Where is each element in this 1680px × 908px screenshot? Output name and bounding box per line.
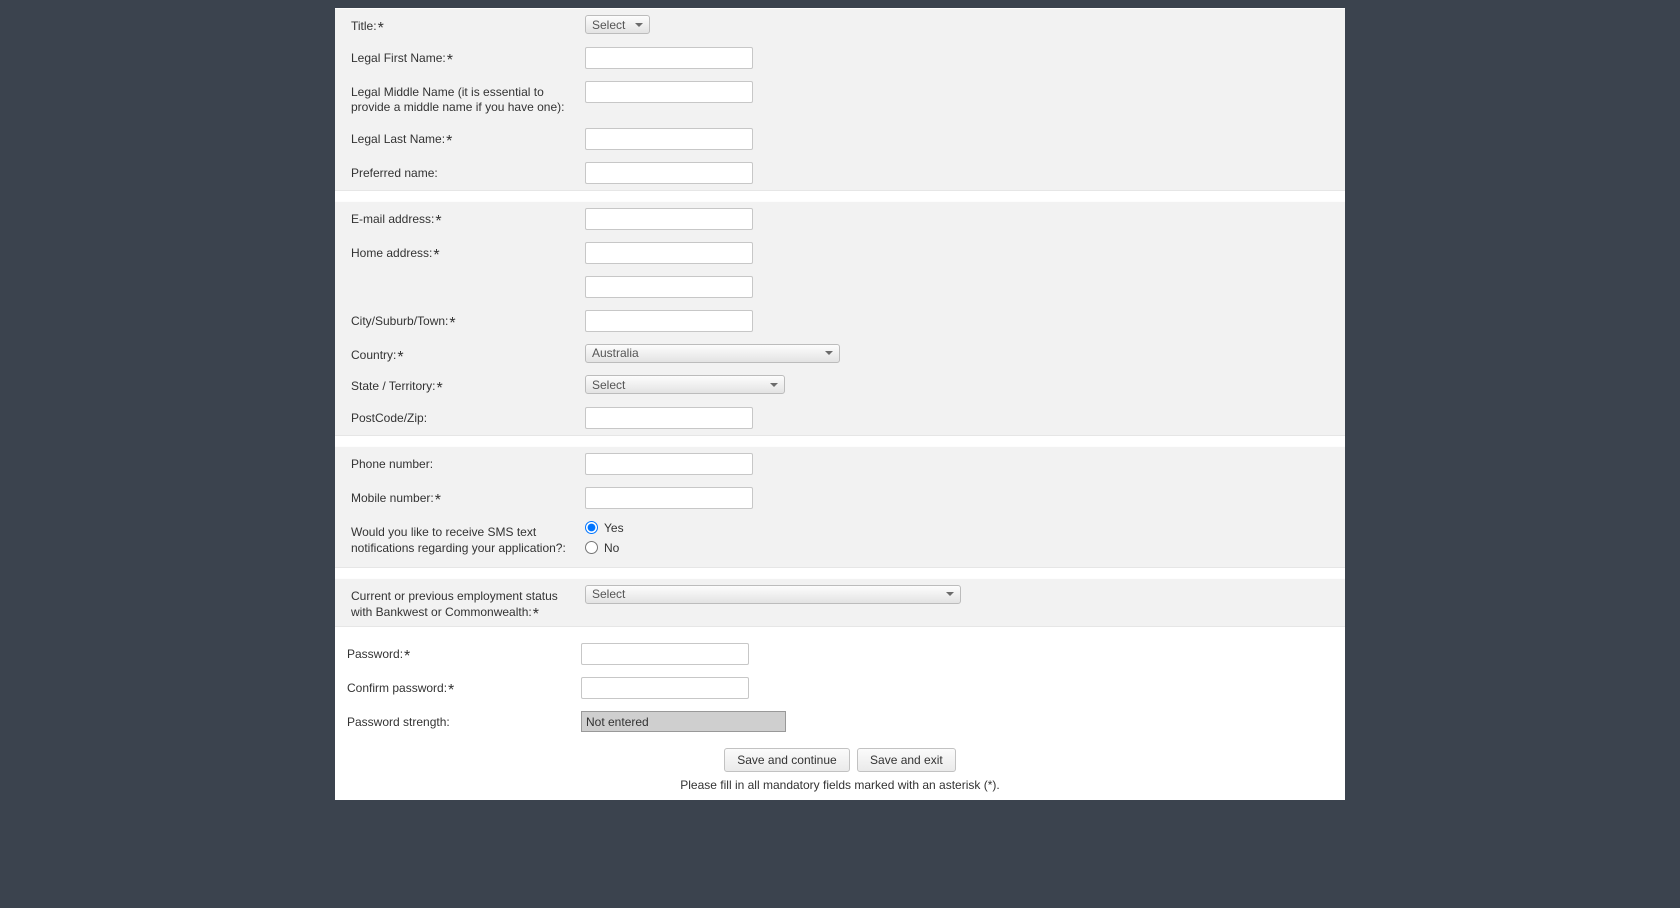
state-label: State / Territory:* (335, 375, 585, 395)
state-select[interactable]: Select (585, 375, 785, 394)
required-icon: * (447, 52, 453, 69)
save-and-continue-button[interactable]: Save and continue (724, 748, 849, 772)
chevron-down-icon (770, 383, 778, 387)
phone-label: Phone number: (335, 453, 585, 473)
confirm-password-input[interactable] (581, 677, 749, 699)
form-buttons: Save and continue Save and exit (335, 738, 1345, 776)
employment-status-select[interactable]: Select (585, 585, 961, 604)
section-contact: Phone number: Mobile number:* Would you … (335, 446, 1345, 568)
sms-radio-yes[interactable] (585, 521, 598, 534)
title-label: Title:* (335, 15, 585, 35)
mobile-label: Mobile number:* (335, 487, 585, 507)
required-icon: * (435, 492, 441, 509)
chevron-down-icon (825, 351, 833, 355)
section-password: Password:* Confirm password:* Password s… (335, 637, 1345, 800)
required-icon: * (397, 349, 403, 366)
postcode-label: PostCode/Zip: (335, 407, 585, 427)
required-icon: * (449, 315, 455, 332)
email-input[interactable] (585, 208, 753, 230)
city-label: City/Suburb/Town:* (335, 310, 585, 330)
required-icon: * (435, 213, 441, 230)
required-icon: * (533, 606, 539, 623)
chevron-down-icon (635, 23, 643, 27)
password-label: Password:* (335, 643, 585, 663)
sms-label: Would you like to receive SMS text notif… (335, 521, 585, 556)
postcode-input[interactable] (585, 407, 753, 429)
password-strength-label: Password strength: (335, 711, 585, 731)
required-icon: * (404, 648, 410, 665)
required-icon: * (433, 247, 439, 264)
middle-name-input[interactable] (585, 81, 753, 103)
city-input[interactable] (585, 310, 753, 332)
home-address-label: Home address:* (335, 242, 585, 262)
confirm-password-label: Confirm password:* (335, 677, 585, 697)
preferred-name-input[interactable] (585, 162, 753, 184)
country-label: Country:* (335, 344, 585, 364)
section-address: E-mail address:* Home address:* City/Sub… (335, 201, 1345, 436)
home-address-input-1[interactable] (585, 242, 753, 264)
first-name-label: Legal First Name:* (335, 47, 585, 67)
sms-radio-no[interactable] (585, 541, 598, 554)
chevron-down-icon (946, 592, 954, 596)
employment-status-label: Current or previous employment status wi… (335, 585, 585, 620)
middle-name-label: Legal Middle Name (it is essential to pr… (335, 81, 585, 116)
sms-option-yes[interactable]: Yes (585, 521, 1345, 535)
sms-no-label: No (604, 541, 619, 555)
required-icon: * (448, 682, 454, 699)
save-and-exit-button[interactable]: Save and exit (857, 748, 956, 772)
country-select[interactable]: Australia (585, 344, 840, 363)
preferred-name-label: Preferred name: (335, 162, 585, 182)
title-select[interactable]: Select (585, 15, 650, 34)
form-page: Title:* Select Legal First Name:* Legal … (335, 8, 1345, 800)
sms-option-no[interactable]: No (585, 541, 1345, 555)
home-address-input-2[interactable] (585, 276, 753, 298)
sms-yes-label: Yes (604, 521, 624, 535)
section-employment: Current or previous employment status wi… (335, 578, 1345, 627)
required-icon: * (436, 380, 442, 397)
last-name-input[interactable] (585, 128, 753, 150)
last-name-label: Legal Last Name:* (335, 128, 585, 148)
phone-input[interactable] (585, 453, 753, 475)
password-strength-meter: Not entered (581, 711, 786, 732)
mandatory-note: Please fill in all mandatory fields mark… (335, 776, 1345, 800)
first-name-input[interactable] (585, 47, 753, 69)
password-input[interactable] (581, 643, 749, 665)
mobile-input[interactable] (585, 487, 753, 509)
required-icon: * (446, 133, 452, 150)
email-label: E-mail address:* (335, 208, 585, 228)
required-icon: * (378, 20, 384, 37)
section-personal: Title:* Select Legal First Name:* Legal … (335, 8, 1345, 191)
